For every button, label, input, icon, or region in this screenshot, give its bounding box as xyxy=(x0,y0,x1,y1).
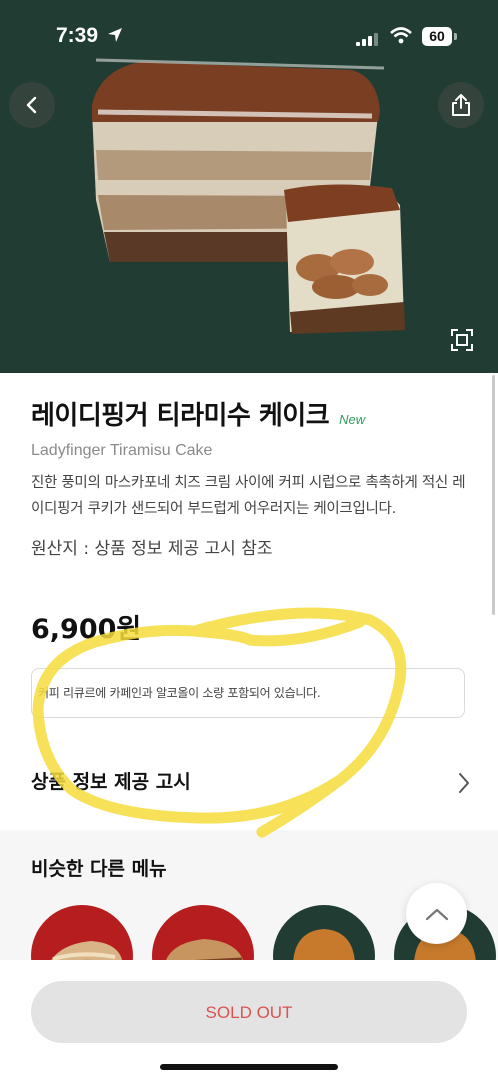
wifi-icon xyxy=(390,27,412,48)
product-title-english: Ladyfinger Tiramisu Cake xyxy=(31,442,213,459)
expand-icon xyxy=(451,329,473,351)
cellular-signal-icon xyxy=(356,31,378,50)
bottom-action-bar: SOLD OUT xyxy=(0,960,498,1080)
share-icon xyxy=(452,94,470,116)
product-description: 진한 풍미의 마스카포네 치즈 크림 사이에 커피 시럽으로 촉촉하게 적신 레… xyxy=(31,475,466,517)
chevron-left-icon xyxy=(26,96,37,114)
product-title: 레이디핑거 티라미수 케이크 xyxy=(31,401,330,431)
sold-out-button[interactable]: SOLD OUT xyxy=(31,981,467,1043)
battery-indicator: 60 xyxy=(422,27,457,46)
chevron-right-icon xyxy=(459,773,469,793)
scrollbar[interactable] xyxy=(492,375,495,615)
status-bar: 7:39 60 xyxy=(0,18,498,58)
caffeine-alcohol-notice: 커피 리큐르에 카페인과 알코올이 소량 포함되어 있습니다. xyxy=(31,668,465,718)
share-button[interactable] xyxy=(438,82,484,128)
fullscreen-button[interactable] xyxy=(442,320,482,360)
product-price: 6,900원 xyxy=(31,614,142,645)
location-arrow-icon xyxy=(107,27,123,47)
status-time: 7:39 xyxy=(56,24,99,47)
chevron-up-icon xyxy=(425,908,448,920)
product-hero-image: 7:39 60 xyxy=(0,0,498,373)
new-badge: New xyxy=(339,412,366,427)
scroll-to-top-button[interactable] xyxy=(406,883,467,944)
product-info: 레이디핑거 티라미수 케이크 New Ladyfinger Tiramisu C… xyxy=(31,395,471,559)
product-info-notice-label: 상품 정보 제공 고시 xyxy=(31,771,191,793)
product-info-notice-link[interactable]: 상품 정보 제공 고시 xyxy=(31,762,471,802)
back-button[interactable] xyxy=(9,82,55,128)
origin-info: 원산지 : 상품 정보 제공 고시 참조 xyxy=(31,539,273,559)
similar-menu-title: 비슷한 다른 메뉴 xyxy=(31,858,167,880)
home-indicator[interactable] xyxy=(160,1064,338,1070)
